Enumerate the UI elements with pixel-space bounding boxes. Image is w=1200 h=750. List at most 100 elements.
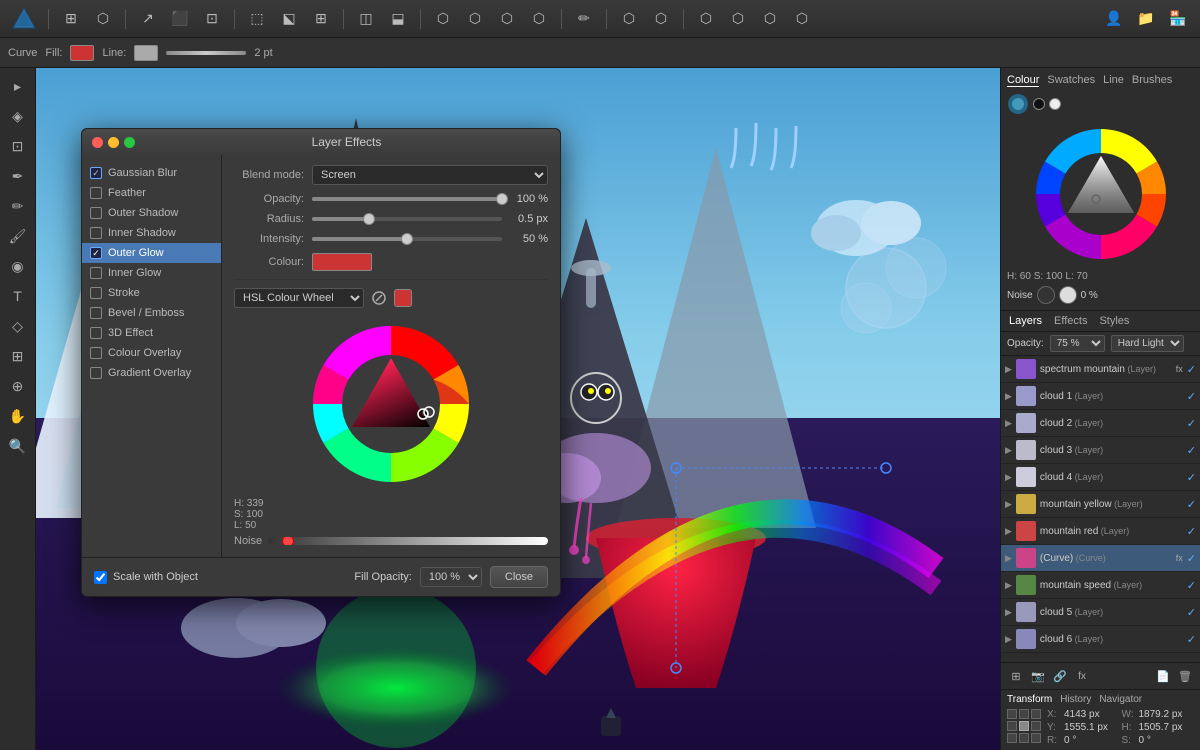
share-icon[interactable]: ⬡ [89,5,117,33]
tab-styles[interactable]: Styles [1099,315,1129,327]
colour-wheel[interactable] [301,314,481,494]
line-swatch[interactable] [134,45,158,61]
tab-colour[interactable]: Colour [1007,74,1039,87]
expand-arrow-3[interactable]: ▶ [1005,445,1012,456]
sel1-icon[interactable]: ⬚ [243,5,271,33]
effect-item-gradient-overlay[interactable]: Gradient Overlay [82,363,221,383]
folder-icon[interactable]: 📁 [1132,5,1160,33]
layers-icon-delete[interactable]: 🗑 [1176,667,1194,685]
layer-check-1[interactable]: ✓ [1187,390,1196,403]
tab-layers[interactable]: Layers [1009,315,1042,327]
tab-history[interactable]: History [1060,694,1091,705]
effect-item-stroke[interactable]: Stroke [82,283,221,303]
pen-icon[interactable]: ✏ [570,5,598,33]
expand-arrow-0[interactable]: ▶ [1005,364,1012,375]
layer-check-2[interactable]: ✓ [1187,417,1196,430]
layers-icon-fx[interactable]: fx [1073,667,1091,685]
effect-checkbox-feather[interactable] [90,187,102,199]
crop-tool[interactable]: ⊡ [4,132,32,160]
fill-tool[interactable]: ◉ [4,252,32,280]
layer-item-8[interactable]: ▶mountain speed (Layer)✓ [1001,572,1200,599]
tab-effects[interactable]: Effects [1054,315,1087,327]
intensity-slider[interactable] [312,237,502,241]
align4-icon[interactable]: ⬡ [788,5,816,33]
expand-arrow-5[interactable]: ▶ [1005,499,1012,510]
blend-mode-select[interactable]: Screen Normal Multiply Overlay [312,165,548,185]
tab-brushes[interactable]: Brushes [1132,74,1172,87]
hand-tool[interactable]: ✋ [4,402,32,430]
sel3-icon[interactable]: ⊞ [307,5,335,33]
effect-item-inner-shadow[interactable]: Inner Shadow [82,223,221,243]
shape-tool[interactable]: ◇ [4,312,32,340]
radius-slider[interactable] [312,217,502,221]
fill-opacity-select[interactable]: 100 % 75 % 50 % [420,567,482,587]
tab-transform[interactable]: Transform [1007,694,1052,705]
layer-check-8[interactable]: ✓ [1187,579,1196,592]
effect-checkbox-gaussian-blur[interactable]: ✓ [90,167,102,179]
effect-item-outer-shadow[interactable]: Outer Shadow [82,203,221,223]
effect-checkbox-outer-shadow[interactable] [90,207,102,219]
layer-item-6[interactable]: ▶mountain red (Layer)✓ [1001,518,1200,545]
maximize-dot[interactable] [124,137,135,148]
layer-check-3[interactable]: ✓ [1187,444,1196,457]
align1-icon[interactable]: ⬡ [692,5,720,33]
pencil-tool[interactable]: ✏ [4,192,32,220]
effect-checkbox-colour-overlay[interactable] [90,347,102,359]
layer-item-0[interactable]: ▶spectrum mountain (Layer)fx✓ [1001,356,1200,383]
layers-icon-1[interactable]: ⊞ [1007,667,1025,685]
layer-item-1[interactable]: ▶cloud 1 (Layer)✓ [1001,383,1200,410]
effect-checkbox-inner-glow[interactable] [90,267,102,279]
expand-arrow-9[interactable]: ▶ [1005,607,1012,618]
layer-item-9[interactable]: ▶cloud 5 (Layer)✓ [1001,599,1200,626]
effect-item-bevel-emboss[interactable]: Bevel / Emboss [82,303,221,323]
right-colour-wheel[interactable] [1026,119,1176,269]
effect-checkbox-stroke[interactable] [90,287,102,299]
effect-checkbox-outer-glow[interactable]: ✓ [90,247,102,259]
export1-icon[interactable]: ⬡ [615,5,643,33]
effect-item-gaussian-blur[interactable]: ✓Gaussian Blur [82,163,221,183]
view2-icon[interactable]: ⊡ [198,5,226,33]
expand-arrow-7[interactable]: ▶ [1005,553,1012,564]
layer-check-0[interactable]: ✓ [1187,363,1196,376]
effect-item-inner-glow[interactable]: Inner Glow [82,263,221,283]
canvas-area[interactable]: Layer Effects ✓Gaussian BlurFeatherOuter… [36,68,1000,750]
layer-check-9[interactable]: ✓ [1187,606,1196,619]
anchor-grid[interactable] [1007,709,1041,746]
store-icon[interactable]: 🏪 [1164,5,1192,33]
effect-item-3d-effect[interactable]: 3D Effect [82,323,221,343]
layer-check-10[interactable]: ✓ [1187,633,1196,646]
layer-item-10[interactable]: ▶cloud 6 (Layer)✓ [1001,626,1200,653]
layer-check-5[interactable]: ✓ [1187,498,1196,511]
expand-arrow-1[interactable]: ▶ [1005,391,1012,402]
minimize-dot[interactable] [108,137,119,148]
tab-line[interactable]: Line [1103,74,1124,87]
layers-icon-2[interactable]: 📷 [1029,667,1047,685]
tab-navigator[interactable]: Navigator [1099,694,1142,705]
effect-item-feather[interactable]: Feather [82,183,221,203]
align2-icon[interactable]: ⬡ [724,5,752,33]
noise-circle[interactable] [1037,286,1055,304]
move-icon[interactable]: ↗ [134,5,162,33]
opacity-slider[interactable] [312,197,502,201]
effect-checkbox-3d-effect[interactable] [90,327,102,339]
search-tool[interactable]: 🔍 [4,432,32,460]
effect-item-colour-overlay[interactable]: Colour Overlay [82,343,221,363]
effect-item-outer-glow[interactable]: ✓Outer Glow [82,243,221,263]
export2-icon[interactable]: ⬡ [647,5,675,33]
zoom-tool[interactable]: ⊕ [4,372,32,400]
arrange3-icon[interactable]: ⬡ [493,5,521,33]
text-tool[interactable]: T [4,282,32,310]
colour-wheel-select[interactable]: HSL Colour Wheel RGB Sliders CMYK Slider… [234,288,364,308]
expand-arrow-2[interactable]: ▶ [1005,418,1012,429]
arrange4-icon[interactable]: ⬡ [525,5,553,33]
brush-tool[interactable]: 🖌 [4,222,32,250]
eyedropper-icon[interactable] [370,289,388,307]
align3-icon[interactable]: ⬡ [756,5,784,33]
flip-v-icon[interactable]: ⬓ [384,5,412,33]
tab-swatches[interactable]: Swatches [1047,74,1095,87]
layer-item-4[interactable]: ▶cloud 4 (Layer)✓ [1001,464,1200,491]
blend-mode-select-layers[interactable]: Hard Light Normal Multiply Screen [1111,335,1184,352]
sel2-icon[interactable]: ⬕ [275,5,303,33]
layer-item-3[interactable]: ▶cloud 3 (Layer)✓ [1001,437,1200,464]
grid-tool[interactable]: ⊞ [4,342,32,370]
